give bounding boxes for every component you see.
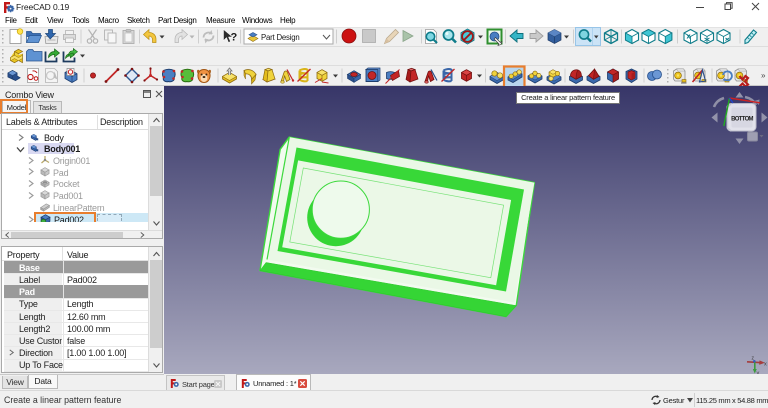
svg-text:BOTTOM: BOTTOM bbox=[731, 117, 753, 123]
svg-text:»: » bbox=[761, 71, 766, 80]
svg-text:x: x bbox=[764, 362, 767, 368]
svg-text:?: ? bbox=[231, 32, 238, 44]
svg-text:Part Design: Part Design bbox=[261, 33, 300, 42]
